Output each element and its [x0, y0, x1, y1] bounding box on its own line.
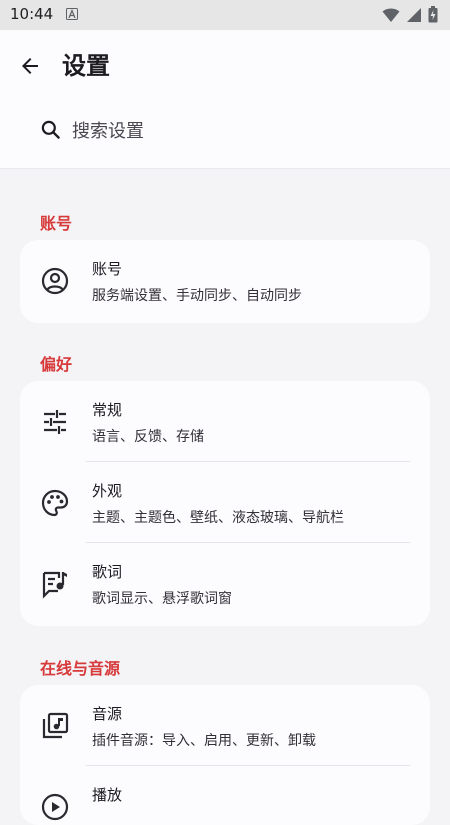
section-title-account: 账号 — [40, 214, 73, 233]
section-title-online-sources: 在线与音源 — [40, 659, 121, 678]
item-subtitle: 语言、反馈、存储 — [92, 429, 204, 445]
back-button[interactable] — [14, 50, 46, 82]
lyrics-icon — [42, 571, 67, 599]
item-title: 音源 — [92, 705, 123, 723]
item-subtitle: 插件音源：导入、启用、更新、卸载 — [92, 733, 316, 749]
item-title: 常规 — [92, 401, 123, 419]
notification-a-icon — [66, 8, 78, 20]
wifi-icon — [382, 8, 400, 22]
search-icon — [41, 120, 60, 139]
account-circle-icon — [41, 267, 69, 295]
battery-charging-icon — [428, 6, 438, 23]
item-title: 外观 — [92, 482, 123, 500]
settings-item-appearance[interactable]: 外观 主题、主题色、壁纸、液态玻璃、导航栏 — [20, 462, 430, 543]
preferences-card: 常规 语言、反馈、存储 外观 主题、主题色、壁纸、液态玻璃、导航栏 歌词 歌词显… — [20, 381, 430, 626]
palette-icon — [41, 489, 69, 517]
settings-item-general[interactable]: 常规 语言、反馈、存储 — [20, 381, 430, 462]
item-title: 歌词 — [92, 563, 123, 581]
signal-icon — [407, 7, 421, 22]
sliders-icon — [44, 410, 66, 434]
item-title: 播放 — [92, 786, 123, 804]
play-icon — [41, 793, 69, 821]
item-title: 账号 — [92, 260, 123, 278]
settings-item-playback[interactable]: 播放 — [20, 766, 430, 825]
app-header: 设置 搜索设置 — [0, 30, 450, 169]
settings-item-account[interactable]: 账号 服务端设置、手动同步、自动同步 — [20, 240, 430, 323]
music-library-icon — [42, 712, 69, 739]
section-title-preferences: 偏好 — [40, 355, 73, 374]
status-indicators — [382, 6, 438, 23]
status-bar: 10:44 — [0, 0, 450, 30]
item-subtitle: 服务端设置、手动同步、自动同步 — [92, 288, 302, 304]
online-sources-card: 音源 插件音源：导入、启用、更新、卸载 播放 — [20, 685, 430, 825]
settings-item-lyrics[interactable]: 歌词 歌词显示、悬浮歌词窗 — [20, 543, 430, 624]
account-card: 账号 服务端设置、手动同步、自动同步 — [20, 240, 430, 323]
status-time: 10:44 — [10, 5, 54, 23]
page-title: 设置 — [62, 52, 110, 80]
item-subtitle: 主题、主题色、壁纸、液态玻璃、导航栏 — [92, 510, 344, 526]
settings-item-music-source[interactable]: 音源 插件音源：导入、启用、更新、卸载 — [20, 685, 430, 766]
arrow-back-icon — [22, 58, 38, 74]
search-placeholder: 搜索设置 — [72, 121, 144, 142]
item-subtitle: 歌词显示、悬浮歌词窗 — [92, 591, 232, 607]
search-input[interactable]: 搜索设置 — [30, 112, 420, 148]
